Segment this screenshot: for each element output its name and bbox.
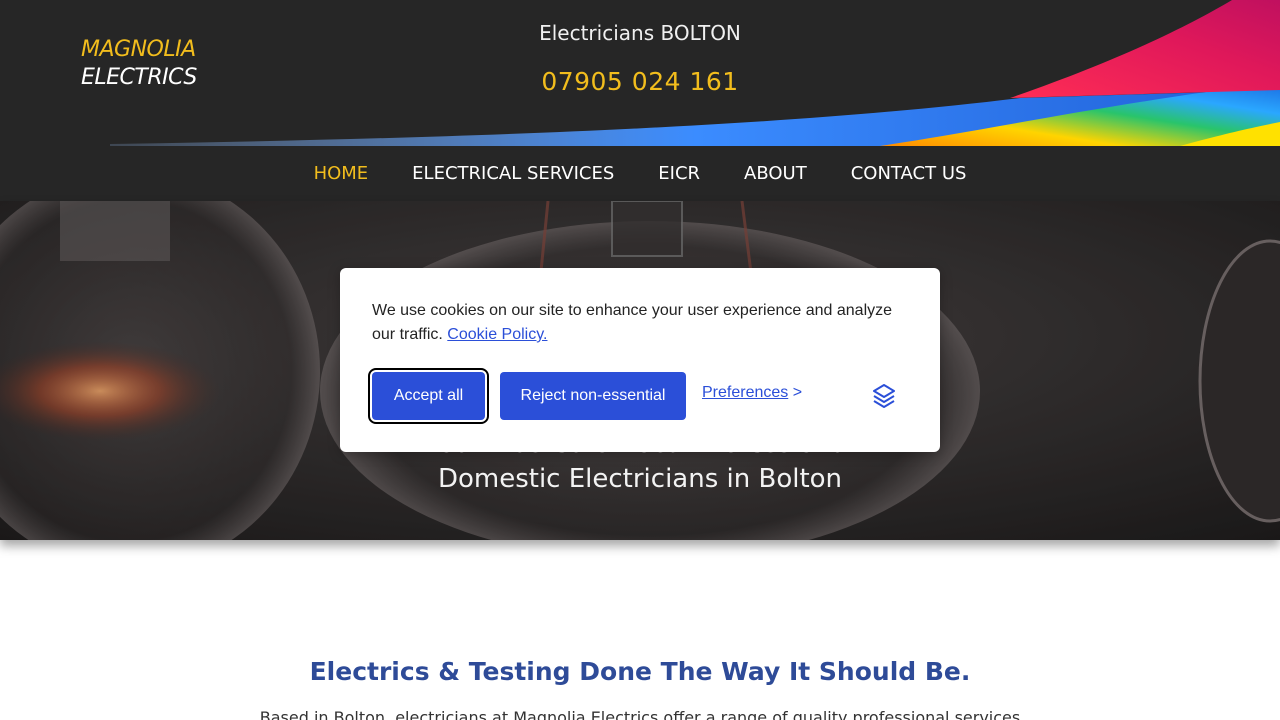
header-phone-number[interactable]: 07905 024 161 <box>0 67 1280 96</box>
intro-heading: Electrics & Testing Done The Way It Shou… <box>309 657 971 686</box>
cookie-message: We use cookies on our site to enhance yo… <box>372 299 912 347</box>
site-header: MAGNOLIA ELECTRICS Electricians BOLTON 0… <box>0 0 1280 201</box>
cookie-consent-dialog: We use cookies on our site to enhance yo… <box>340 268 940 452</box>
layers-logo-icon[interactable] <box>870 382 898 410</box>
header-title: Electricians BOLTON <box>539 21 741 45</box>
nav-item-about[interactable]: ABOUT <box>744 163 807 184</box>
main-nav: HOME ELECTRICAL SERVICES EICR ABOUT CONT… <box>0 146 1280 201</box>
nav-item-home[interactable]: HOME <box>314 163 369 184</box>
cookie-policy-link[interactable]: Cookie Policy. <box>447 326 547 343</box>
reject-non-essential-button[interactable]: Reject non-essential <box>500 372 686 420</box>
preferences-label: Preferences <box>702 384 789 401</box>
nav-item-electrical-services[interactable]: ELECTRICAL SERVICES <box>412 163 614 184</box>
accept-all-button[interactable]: Accept all <box>368 368 489 424</box>
intro-text: Based in Bolton, electricians at Magnoli… <box>259 708 1021 720</box>
chevron-right-icon: > <box>792 384 803 401</box>
hero-line-2: Domestic Electricians in Bolton <box>437 464 843 494</box>
nav-item-eicr[interactable]: EICR <box>658 163 700 184</box>
preferences-link[interactable]: Preferences > <box>702 384 802 402</box>
nav-item-contact-us[interactable]: CONTACT US <box>851 163 967 184</box>
